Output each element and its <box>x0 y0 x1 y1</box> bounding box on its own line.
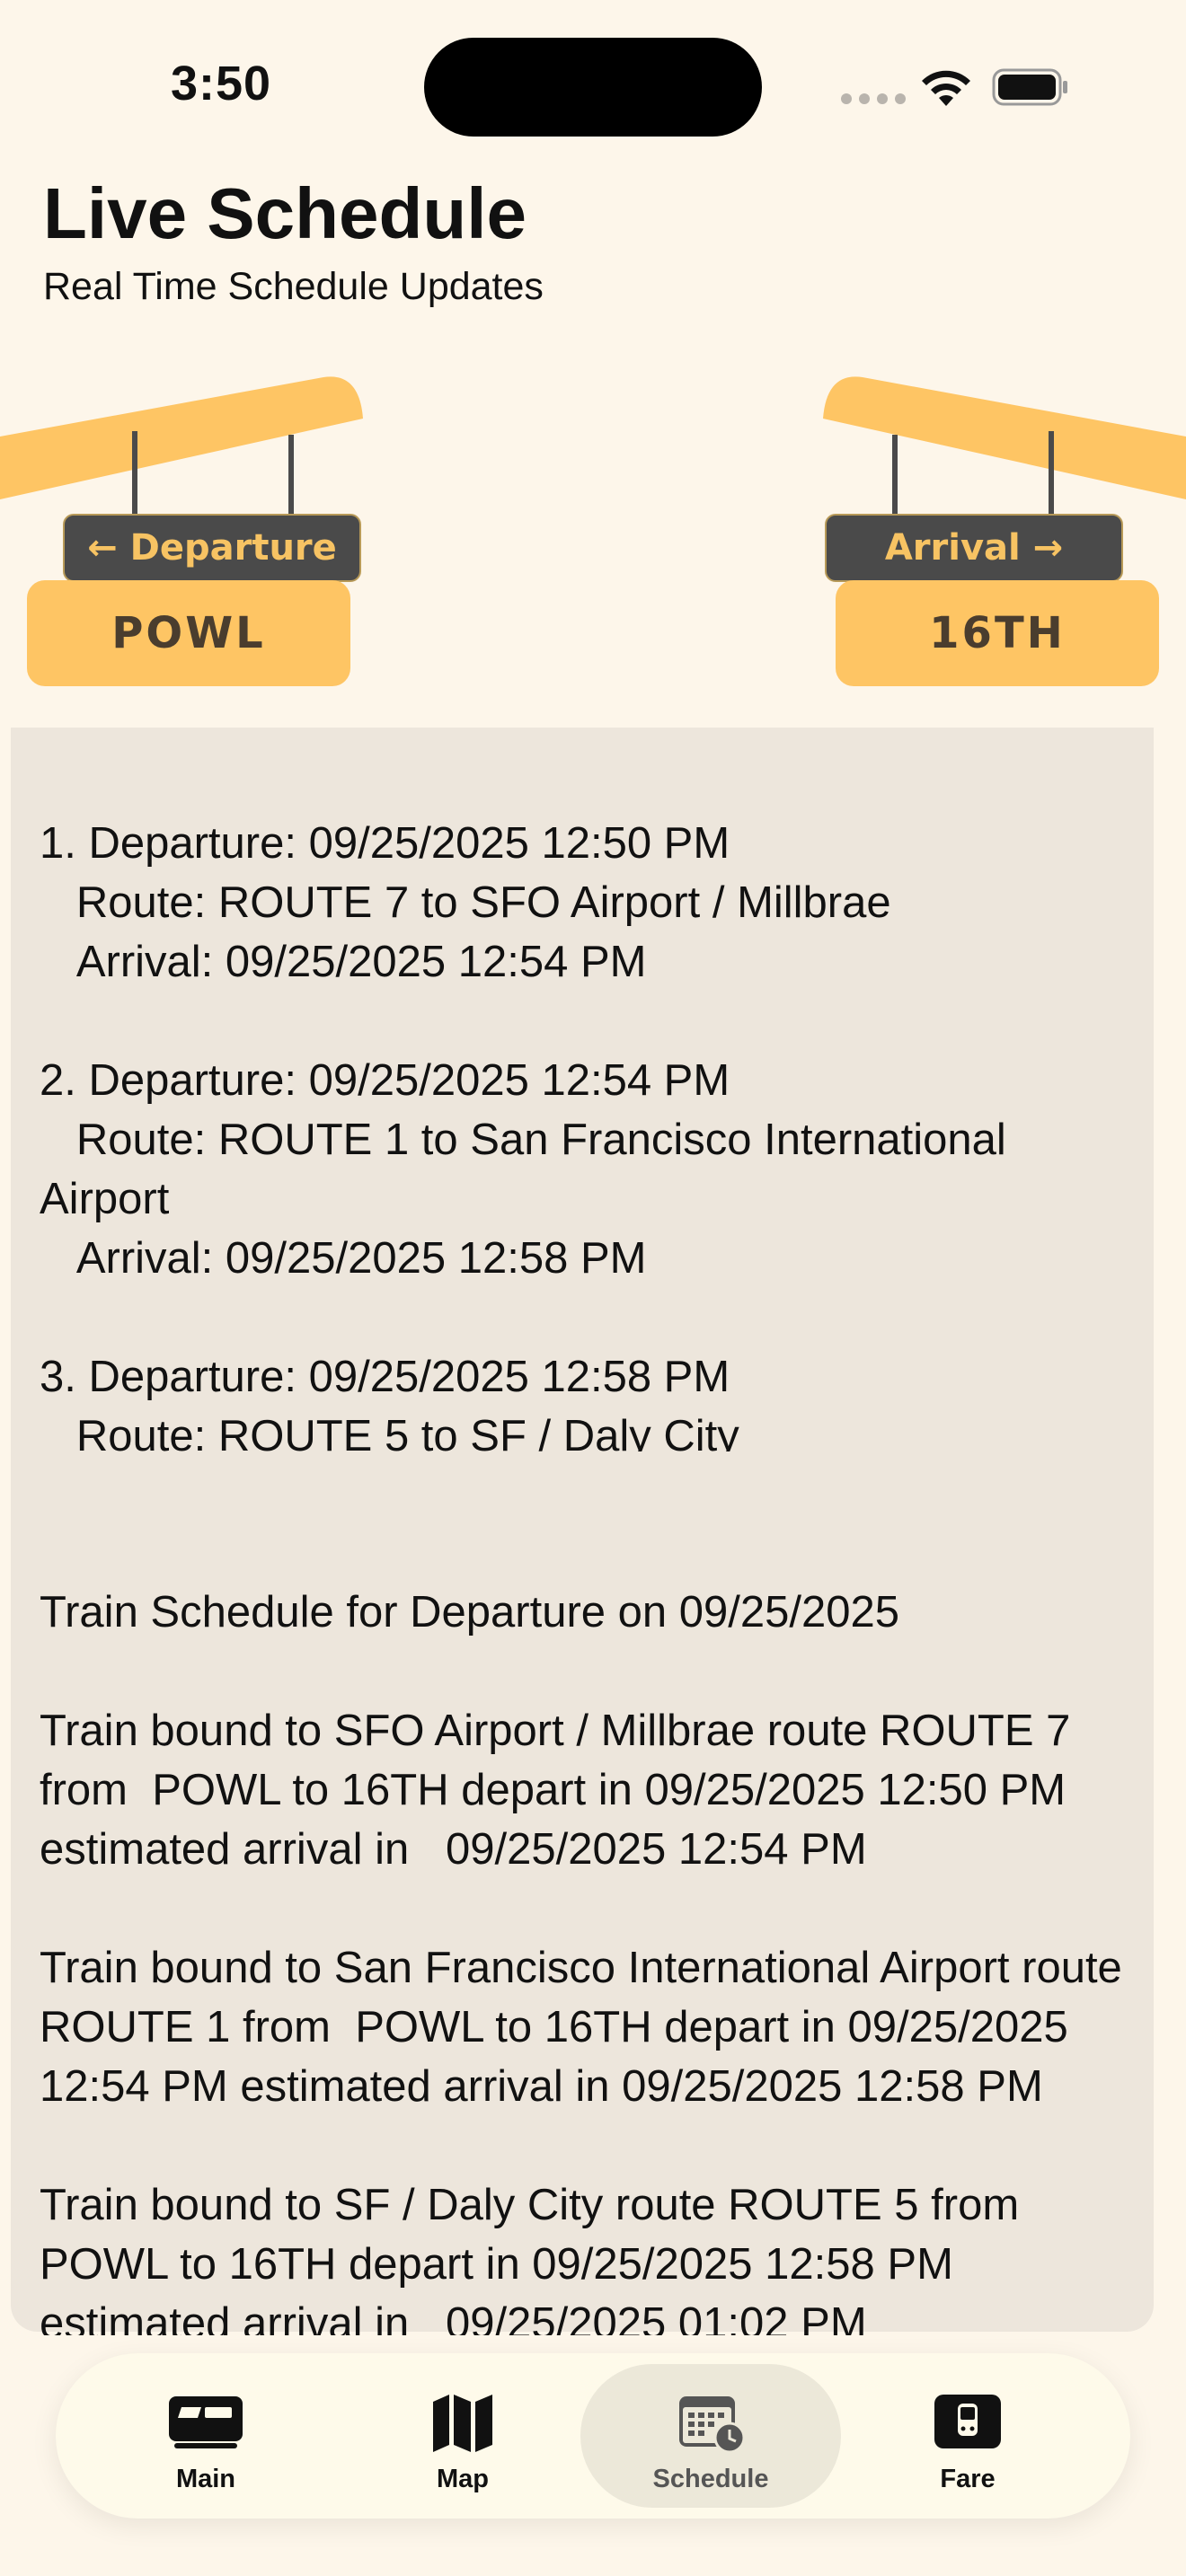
page-title: Live Schedule <box>43 173 527 253</box>
train-icon <box>169 2396 243 2448</box>
arrival-sign: Arrival → <box>825 514 1123 582</box>
trip-list-text: 1. Departure: 09/25/2025 12:50 PM Route:… <box>40 819 1006 1520</box>
tab-label-schedule: Schedule <box>652 2465 769 2493</box>
departure-station-button[interactable]: POWL <box>27 580 350 686</box>
tab-main[interactable]: Main <box>75 2364 336 2508</box>
tab-schedule[interactable]: Schedule <box>580 2364 841 2508</box>
wifi-icon <box>922 70 970 106</box>
tab-label-map: Map <box>437 2465 489 2493</box>
schedule-summary-card: Train Schedule for Departure on 09/25/20… <box>11 1451 1154 2335</box>
signal-icon <box>841 93 906 104</box>
status-time: 3:50 <box>171 57 272 110</box>
status-bar: 3:50 <box>0 0 1186 171</box>
tab-bar: Main Map Schedule Fare <box>56 2353 1130 2519</box>
battery-icon <box>992 68 1067 106</box>
arrival-station-button[interactable]: 16TH <box>836 580 1159 686</box>
calendar-clock-icon <box>679 2396 746 2454</box>
departure-sign: ← Departure <box>63 514 361 582</box>
schedule-scroll-area[interactable]: 1. Departure: 09/25/2025 12:50 PM Route:… <box>0 728 1186 2335</box>
tab-fare[interactable]: Fare <box>837 2364 1098 2508</box>
map-icon <box>433 2395 492 2452</box>
tab-label-main: Main <box>175 2465 236 2493</box>
station-signs: ← Departure Arrival → POWL 16TH <box>0 359 1186 719</box>
tab-label-fare: Fare <box>940 2465 996 2493</box>
page-header: Live Schedule Real Time Schedule Updates <box>43 171 544 311</box>
tab-map[interactable]: Map <box>332 2364 593 2508</box>
schedule-summary-text: Train Schedule for Departure on 09/25/20… <box>40 1588 1122 2335</box>
page-subtitle: Real Time Schedule Updates <box>43 265 544 308</box>
tram-icon <box>934 2395 1001 2448</box>
dynamic-island <box>424 38 762 137</box>
